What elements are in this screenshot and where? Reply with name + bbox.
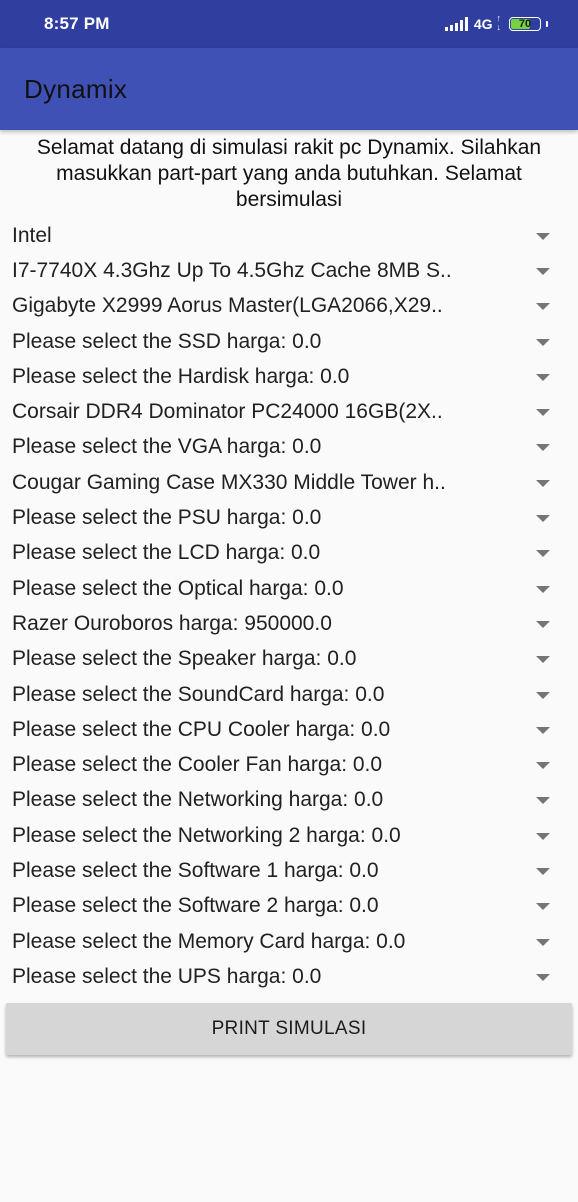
network-type-label: 4G xyxy=(473,16,493,32)
data-activity-icon: ↑ ↓ xyxy=(496,13,502,32)
print-simulasi-button[interactable]: PRINT SIMULASI xyxy=(6,1003,572,1055)
spinner-processor[interactable]: I7-7740X 4.3Ghz Up To 4.5Ghz Cache 8MB S… xyxy=(0,253,578,288)
spinner-list: Intel I7-7740X 4.3Ghz Up To 4.5Ghz Cache … xyxy=(0,218,578,995)
spinner-selected-value: Please select the VGA harga: 0.0 xyxy=(12,435,322,459)
spinner-ssd[interactable]: Please select the SSD harga: 0.0 xyxy=(0,324,578,359)
app-title: Dynamix xyxy=(24,73,128,104)
spinner-cooler-fan[interactable]: Please select the Cooler Fan harga: 0.0 xyxy=(0,747,578,782)
dropdown-arrow-icon xyxy=(536,232,550,240)
spinner-soundcard[interactable]: Please select the SoundCard harga: 0.0 xyxy=(0,677,578,712)
spinner-selected-value: Intel xyxy=(12,223,52,247)
spinner-selected-value: Please select the SoundCard harga: 0.0 xyxy=(12,682,385,706)
dropdown-arrow-icon xyxy=(536,585,550,593)
battery-tip xyxy=(546,21,548,27)
spinner-selected-value: Please select the Speaker harga: 0.0 xyxy=(12,647,357,671)
dropdown-arrow-icon xyxy=(536,867,550,875)
spinner-selected-value: Please select the Networking 2 harga: 0.… xyxy=(12,823,401,847)
spinner-selected-value: Corsair DDR4 Dominator PC24000 16GB(2X.. xyxy=(12,400,443,424)
spinner-selected-value: Please select the Software 1 harga: 0.0 xyxy=(12,858,379,882)
status-bar: 8:57 PM 4G ↑ ↓ 70 xyxy=(0,0,578,48)
spinner-selected-value: Please select the CPU Cooler harga: 0.0 xyxy=(12,717,391,741)
dropdown-arrow-icon xyxy=(536,832,550,840)
spinner-casing[interactable]: Cougar Gaming Case MX330 Middle Tower h.… xyxy=(0,465,578,500)
spinner-selected-value: Please select the Optical harga: 0.0 xyxy=(12,576,344,600)
spinner-networking[interactable]: Please select the Networking harga: 0.0 xyxy=(0,783,578,818)
spinner-hardisk[interactable]: Please select the Hardisk harga: 0.0 xyxy=(0,359,578,394)
spinner-selected-value: Please select the Hardisk harga: 0.0 xyxy=(12,364,350,388)
dropdown-arrow-icon xyxy=(536,550,550,558)
dropdown-arrow-icon xyxy=(536,303,550,311)
app-bar: Dynamix xyxy=(0,48,578,130)
spinner-lcd[interactable]: Please select the LCD harga: 0.0 xyxy=(0,536,578,571)
dropdown-arrow-icon xyxy=(536,762,550,770)
spinner-software-1[interactable]: Please select the Software 1 harga: 0.0 xyxy=(0,853,578,888)
battery-level: 70 xyxy=(518,18,532,30)
dropdown-arrow-icon xyxy=(536,726,550,734)
spinner-selected-value: Please select the Memory Card harga: 0.0 xyxy=(12,929,406,953)
dropdown-arrow-icon xyxy=(536,620,550,628)
spinner-memory[interactable]: Corsair DDR4 Dominator PC24000 16GB(2X.. xyxy=(0,394,578,429)
spinner-selected-value: Please select the UPS harga: 0.0 xyxy=(12,964,322,988)
spinner-selected-value: Please select the LCD harga: 0.0 xyxy=(12,541,321,565)
spinner-selected-value: Please select the Cooler Fan harga: 0.0 xyxy=(12,753,383,777)
status-time: 8:57 PM xyxy=(44,14,110,33)
dropdown-arrow-icon xyxy=(536,267,550,275)
spinner-selected-value: I7-7740X 4.3Ghz Up To 4.5Ghz Cache 8MB S… xyxy=(12,258,452,282)
spinner-software-2[interactable]: Please select the Software 2 harga: 0.0 xyxy=(0,889,578,924)
dropdown-arrow-icon xyxy=(536,656,550,664)
signal-strength-icon xyxy=(444,17,468,31)
spinner-networking-2[interactable]: Please select the Networking 2 harga: 0.… xyxy=(0,818,578,853)
spinner-cpu-cooler[interactable]: Please select the CPU Cooler harga: 0.0 xyxy=(0,712,578,747)
dropdown-arrow-icon xyxy=(536,691,550,699)
dropdown-arrow-icon xyxy=(536,338,550,346)
spinner-selected-value: Cougar Gaming Case MX330 Middle Tower h.… xyxy=(12,470,446,494)
spinner-memory-card[interactable]: Please select the Memory Card harga: 0.0 xyxy=(0,924,578,959)
spinner-speaker[interactable]: Please select the Speaker harga: 0.0 xyxy=(0,642,578,677)
spinner-mouse[interactable]: Razer Ouroboros harga: 950000.0 xyxy=(0,606,578,641)
spinner-selected-value: Please select the PSU harga: 0.0 xyxy=(12,506,322,530)
spinner-selected-value: Gigabyte X2999 Aorus Master(LGA2066,X29.… xyxy=(12,294,443,318)
dropdown-arrow-icon xyxy=(536,515,550,523)
intro-text: Selamat datang di simulasi rakit pc Dyna… xyxy=(36,136,542,211)
dropdown-arrow-icon xyxy=(536,973,550,981)
spinner-vga[interactable]: Please select the VGA harga: 0.0 xyxy=(0,430,578,465)
spinner-processor-brand[interactable]: Intel xyxy=(0,218,578,253)
spinner-selected-value: Please select the Networking harga: 0.0 xyxy=(12,788,384,812)
spinner-selected-value: Please select the SSD harga: 0.0 xyxy=(12,329,322,353)
spinner-psu[interactable]: Please select the PSU harga: 0.0 xyxy=(0,500,578,535)
spinner-selected-value: Please select the Software 2 harga: 0.0 xyxy=(12,894,379,918)
battery-icon: 70 xyxy=(509,17,541,31)
spinner-optical[interactable]: Please select the Optical harga: 0.0 xyxy=(0,571,578,606)
dropdown-arrow-icon xyxy=(536,373,550,381)
spinner-selected-value: Razer Ouroboros harga: 950000.0 xyxy=(12,611,332,635)
dropdown-arrow-icon xyxy=(536,409,550,417)
dropdown-arrow-icon xyxy=(536,479,550,487)
spinner-ups[interactable]: Please select the UPS harga: 0.0 xyxy=(0,959,578,994)
spinner-motherboard[interactable]: Gigabyte X2999 Aorus Master(LGA2066,X29.… xyxy=(0,289,578,324)
dropdown-arrow-icon xyxy=(536,444,550,452)
dropdown-arrow-icon xyxy=(536,797,550,805)
dropdown-arrow-icon xyxy=(536,903,550,911)
dropdown-arrow-icon xyxy=(536,938,550,946)
status-icons: 4G ↑ ↓ 70 xyxy=(444,13,548,32)
